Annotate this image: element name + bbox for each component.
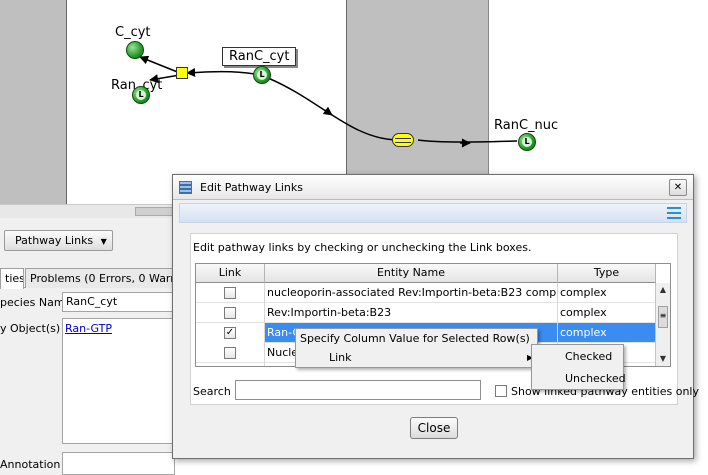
objects-link-ran-gtp[interactable]: Ran-GTP <box>65 322 112 335</box>
pathway-links-label: Pathway Links <box>15 234 94 247</box>
search-input[interactable] <box>235 380 481 400</box>
link-cell <box>196 363 265 366</box>
column-header-link[interactable]: Link <box>196 264 265 283</box>
species-glyph: L <box>136 90 146 100</box>
instructions-text: Edit pathway links by checking or unchec… <box>193 241 532 254</box>
link-item-label: Link <box>329 351 352 364</box>
species-name-label: pecies Name <box>0 296 72 309</box>
edge-ranc-to-reaction <box>186 68 256 78</box>
context-menu-header: Specify Column Value for Selected Row(s) <box>300 332 530 345</box>
scroll-down-icon[interactable]: ▼ <box>656 352 670 366</box>
close-button[interactable]: Close <box>410 417 458 439</box>
dialog-header-strip <box>179 203 687 223</box>
species-glyph: L <box>522 137 532 147</box>
entity-name-cell: nucleoporin-associated Rev:Importin-beta… <box>265 283 558 303</box>
edit-pathway-links-dialog: Edit Pathway Links ✕ Edit pathway links … <box>172 174 699 459</box>
scrollbar-thumb[interactable] <box>135 207 175 216</box>
species-name-field[interactable]: RanC_cyt <box>62 292 175 312</box>
species-node-ranc-cyt[interactable]: L <box>253 66 271 84</box>
pathway-links-button[interactable]: Pathway Links ▼ <box>4 230 113 251</box>
species-node-c-cyt[interactable] <box>126 41 144 59</box>
species-node-ranc-nuc[interactable]: L <box>518 133 536 151</box>
canvas-horizontal-scrollbar[interactable] <box>0 204 175 218</box>
show-linked-only-checkbox[interactable] <box>495 385 507 397</box>
species-node-ran-cyt[interactable]: L <box>132 86 150 104</box>
transport-reaction-node[interactable] <box>392 133 414 147</box>
property-tabs: ties Problems (0 Errors, 0 Warning <box>0 268 175 289</box>
link-checkbox[interactable] <box>224 347 236 359</box>
type-cell: complex <box>558 283 656 303</box>
link-checkbox-checked[interactable]: ✓ <box>224 327 236 339</box>
tab-problems[interactable]: Problems (0 Errors, 0 Warning <box>25 268 175 288</box>
edge-ranc-to-nuc-path <box>267 77 397 141</box>
table-row[interactable]: Rev:Importin-beta:B23 complex <box>196 303 656 323</box>
node-label-ranc-nuc[interactable]: RanC_nuc <box>494 118 558 133</box>
table-row[interactable]: nucleoporin-associated Rev:Importin-beta… <box>196 283 656 303</box>
edge-to-c-cyt <box>139 55 181 74</box>
annotation-field[interactable] <box>62 452 175 475</box>
link-checkbox[interactable] <box>224 307 236 319</box>
column-header-type[interactable]: Type <box>558 264 656 283</box>
edge-arrow-mid <box>322 106 333 116</box>
reaction-node-cyt[interactable] <box>176 67 188 79</box>
submenu-item-checked[interactable]: Checked <box>565 350 612 363</box>
context-menu-item-link[interactable]: Link ▶ <box>297 349 536 366</box>
dialog-title: Edit Pathway Links <box>200 181 303 194</box>
menu-icon[interactable] <box>667 207 681 219</box>
selected-node-label-ranc-cyt[interactable]: RanC_cyt <box>222 47 297 66</box>
pathway-edges <box>139 55 518 148</box>
link-checkbox[interactable] <box>224 287 236 299</box>
table-vertical-scrollbar[interactable]: ▲ ≡ ▼ <box>655 283 670 366</box>
node-label-c-cyt[interactable]: C_cyt <box>115 25 151 40</box>
link-cell <box>196 343 265 363</box>
column-header-entity-name[interactable]: Entity Name <box>265 264 558 283</box>
objects-field: Ran-GTP <box>62 318 175 444</box>
context-menu: Specify Column Value for Selected Row(s)… <box>295 328 538 368</box>
type-cell: complex <box>558 323 656 343</box>
link-submenu: Checked Unchecked <box>531 344 626 390</box>
scrollbar-thumb[interactable]: ≡ <box>658 306 668 328</box>
species-glyph: L <box>257 70 267 80</box>
type-cell: complex <box>558 303 656 323</box>
annotation-label: Annotation <box>0 458 61 471</box>
scroll-up-icon[interactable]: ▲ <box>656 283 670 297</box>
tab-properties[interactable]: ties <box>0 268 24 289</box>
close-icon[interactable]: ✕ <box>669 179 687 196</box>
link-cell <box>196 283 265 303</box>
database-icon <box>179 181 192 194</box>
link-cell <box>196 303 265 323</box>
objects-label: y Object(s) <box>0 322 61 335</box>
submenu-item-unchecked[interactable]: Unchecked <box>565 372 626 385</box>
search-label: Search <box>193 385 231 398</box>
entity-name-cell: Rev:Importin-beta:B23 <box>265 303 558 323</box>
link-cell: ✓ <box>196 323 265 343</box>
edge-to-ranc-nuc <box>417 139 518 143</box>
dialog-titlebar[interactable]: Edit Pathway Links ✕ <box>173 175 693 200</box>
chevron-down-icon: ▼ <box>100 237 107 246</box>
